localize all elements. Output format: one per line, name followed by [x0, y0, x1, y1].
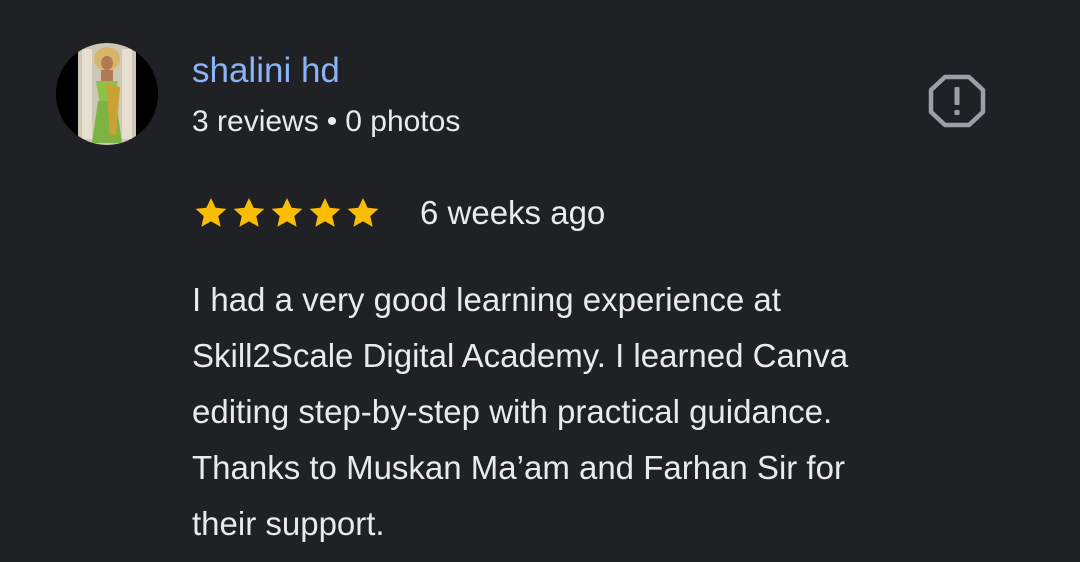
- avatar-photo: [56, 43, 158, 145]
- star-icon: [271, 197, 303, 227]
- review-date: 6 weeks ago: [420, 194, 606, 231]
- review-text-line: editing step-by-step with practical guid…: [192, 393, 833, 430]
- reviewer-meta: 3 reviews • 0 photos: [192, 102, 460, 142]
- review-text-line: I had a very good learning experience at: [192, 281, 781, 318]
- review-text-line: their support.: [192, 505, 385, 542]
- review-text: I had a very good learning experience at…: [192, 272, 1012, 552]
- report-flag-icon: [928, 74, 986, 128]
- star-icon: [233, 197, 265, 227]
- report-review-button[interactable]: [928, 74, 986, 128]
- review-text-line: Skill2Scale Digital Academy. I learned C…: [192, 337, 849, 374]
- rating-row: 6 weeks ago: [192, 191, 605, 235]
- reviews-count: 3 reviews: [192, 105, 319, 138]
- star-icon: [347, 197, 379, 227]
- star-icon: [195, 197, 227, 227]
- reviewer-avatar[interactable]: [56, 43, 158, 145]
- reviewer-name-link[interactable]: shalini hd: [192, 49, 340, 93]
- meta-separator: •: [326, 105, 338, 138]
- star-rating: [192, 194, 382, 232]
- star-icon: [309, 197, 341, 227]
- review-text-line: Thanks to Muskan Ma’am and Farhan Sir fo…: [192, 449, 845, 486]
- photos-count: 0 photos: [345, 105, 461, 138]
